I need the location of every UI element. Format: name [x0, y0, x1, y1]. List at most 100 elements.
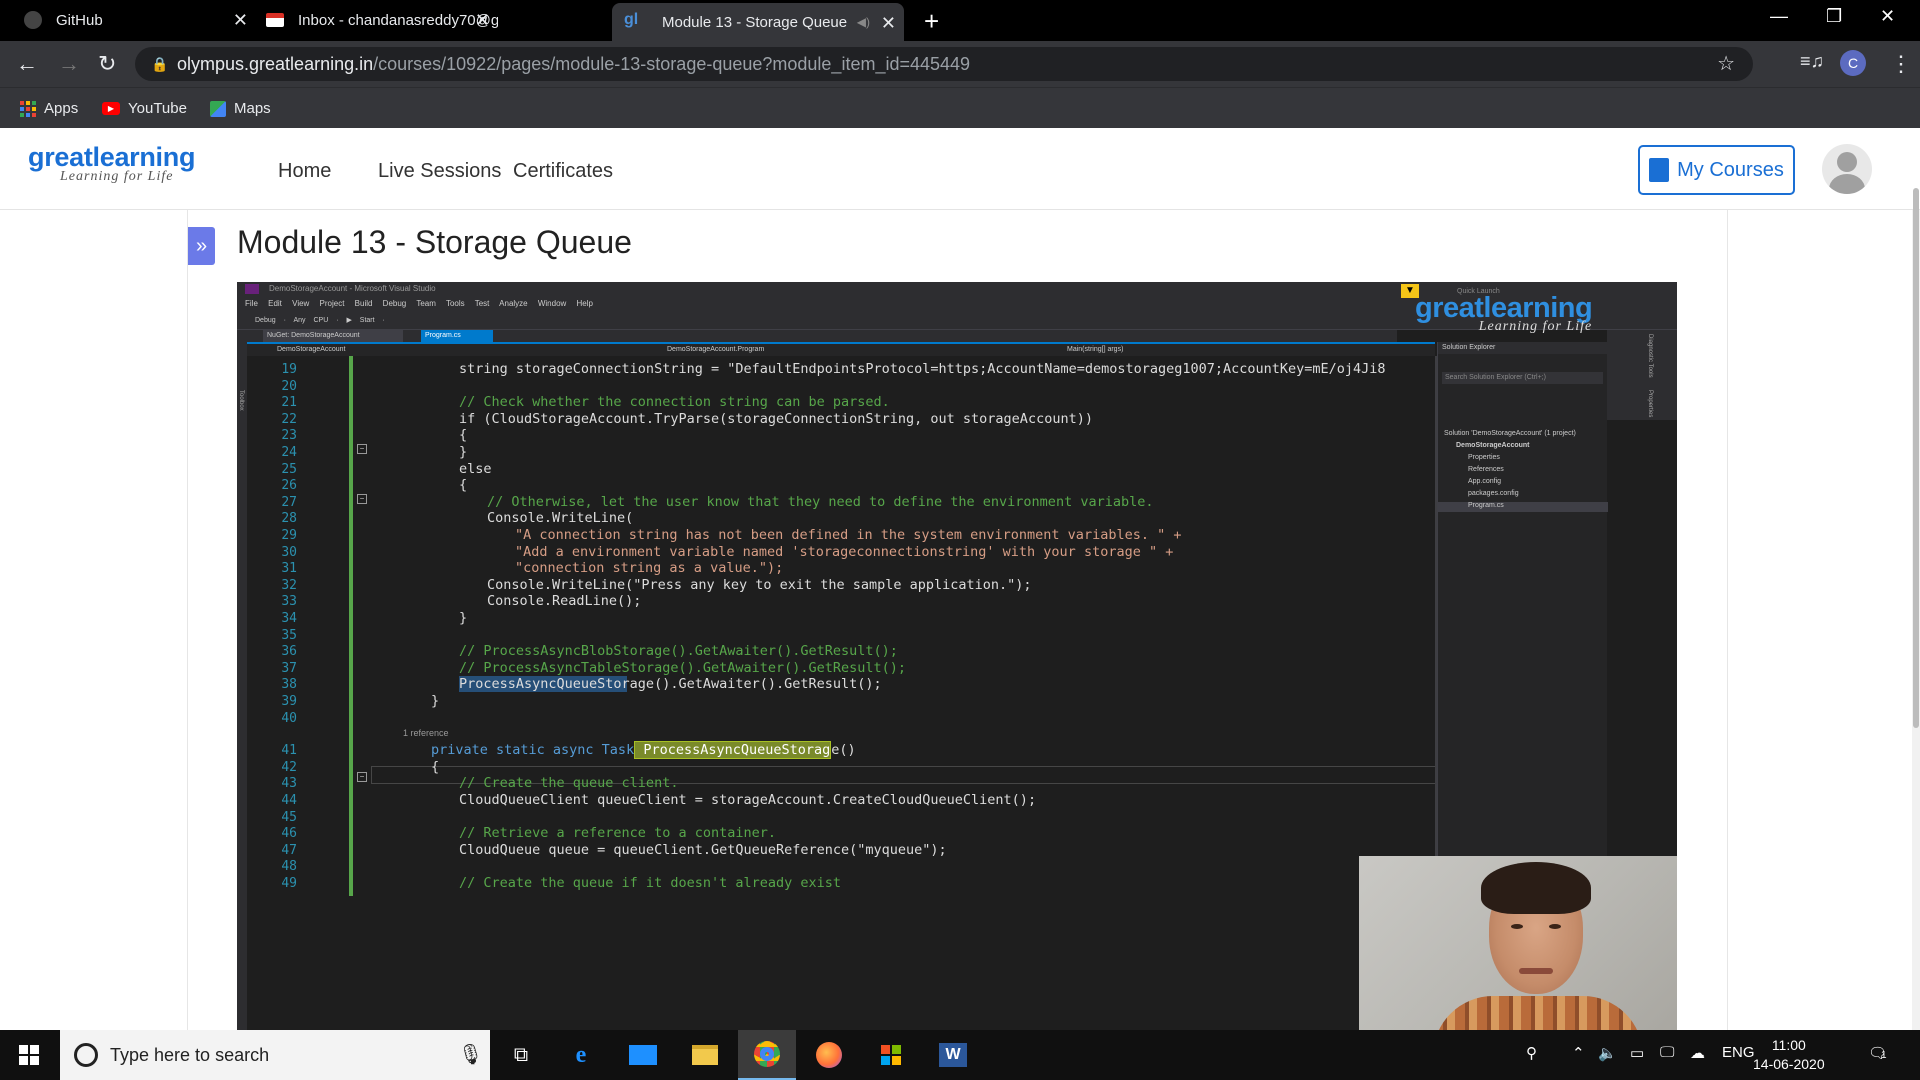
- tab-title: Inbox - chandanasreddy70@gma: [298, 12, 498, 29]
- nav-live-sessions[interactable]: Live Sessions: [378, 160, 501, 183]
- language-indicator[interactable]: ENG: [1722, 1044, 1755, 1061]
- line-number: 48: [281, 859, 297, 875]
- close-icon[interactable]: ✕: [233, 10, 248, 31]
- line-number: 29: [281, 528, 297, 543]
- firefox-icon[interactable]: [800, 1030, 858, 1080]
- new-tab-button[interactable]: +: [924, 6, 939, 37]
- bookmark-youtube[interactable]: ▶ YouTube: [102, 100, 187, 117]
- tab-module-13[interactable]: gl Module 13 - Storage Queue ◀) ✕: [612, 3, 904, 41]
- line-number: 21: [281, 395, 297, 411]
- microphone-icon[interactable]: 🎙: [458, 1030, 483, 1080]
- word-icon[interactable]: W: [924, 1030, 982, 1080]
- people-icon[interactable]: ⚲: [1526, 1044, 1537, 1062]
- chevron-up-icon[interactable]: ⌃: [1572, 1044, 1585, 1062]
- greatlearning-favicon: gl: [624, 11, 639, 28]
- divider: [1727, 210, 1728, 1030]
- line-number: 43: [281, 776, 297, 792]
- search-placeholder: Type here to search: [110, 1045, 270, 1065]
- close-window-button[interactable]: ✕: [1880, 6, 1895, 27]
- code-line: {: [459, 427, 468, 444]
- code-line: else: [459, 460, 492, 477]
- url-path: /courses/10922/pages/module-13-storage-q…: [373, 54, 971, 74]
- notification-icon[interactable]: 🗨1: [1868, 1044, 1887, 1062]
- expand-sidebar-button[interactable]: »: [188, 227, 215, 265]
- line-number: 42: [281, 759, 297, 775]
- page-title: Module 13 - Storage Queue: [237, 224, 632, 260]
- restore-button[interactable]: ❐: [1826, 6, 1842, 27]
- line-number: 49: [281, 876, 297, 891]
- code-line: CloudQueueClient queueClient = storageAc…: [459, 792, 1037, 808]
- line-number: 28: [281, 511, 297, 527]
- code-line: if (CloudStorageAccount.TryParse(storage…: [459, 410, 1093, 427]
- maps-icon: [210, 100, 226, 117]
- reference-codelens[interactable]: 1 reference: [403, 728, 449, 738]
- edge-icon[interactable]: e: [552, 1030, 610, 1080]
- sol-item: Program.cs: [1468, 502, 1504, 509]
- fold-marker: −: [357, 444, 367, 454]
- back-button[interactable]: ←: [16, 51, 38, 77]
- code-line: // Create the queue if it doesn't alread…: [459, 875, 842, 891]
- bookmark-apps[interactable]: Apps: [20, 100, 78, 117]
- network-icon[interactable]: 🖵: [1660, 1044, 1674, 1061]
- line-number: 30: [281, 544, 297, 560]
- star-icon[interactable]: ☆: [1717, 47, 1735, 81]
- forward-button[interactable]: →: [58, 51, 80, 77]
- tab-inbox[interactable]: Inbox - chandanasreddy70@gma ✕: [258, 0, 498, 41]
- line-number: 45: [281, 809, 297, 825]
- address-bar[interactable]: 🔒 olympus.greatlearning.in/courses/10922…: [135, 47, 1753, 81]
- greatlearning-logo[interactable]: greatlearning Learning for Life: [28, 142, 195, 185]
- page-scrollbar-thumb[interactable]: [1913, 188, 1919, 728]
- mail-icon[interactable]: [614, 1030, 672, 1080]
- nav-certificates[interactable]: Certificates: [513, 160, 613, 183]
- line-number: 19: [281, 362, 297, 377]
- vs-tab-nuget: NuGet: DemoStorageAccount: [263, 330, 403, 342]
- github-icon: [24, 11, 42, 29]
- taskbar-search[interactable]: Type here to search 🎙: [60, 1030, 490, 1080]
- menu-icon[interactable]: ⋮: [1890, 51, 1912, 77]
- profile-avatar[interactable]: C: [1840, 50, 1866, 76]
- clock-date: 14-06-2020: [1753, 1056, 1825, 1072]
- apps-grid-icon: [20, 100, 36, 117]
- code-line: "Add a environment variable named 'stora…: [515, 543, 1174, 560]
- close-icon[interactable]: ✕: [881, 13, 896, 34]
- vs-toolbox-strip: Toolbox: [237, 330, 247, 1042]
- speaker-icon[interactable]: 🔈: [1598, 1044, 1617, 1062]
- speaker-icon[interactable]: ◀): [857, 15, 870, 29]
- gmail-icon: [266, 13, 284, 27]
- start-button[interactable]: [0, 1030, 58, 1080]
- tab-title: Module 13 - Storage Queue: [662, 13, 848, 31]
- code-line: Console.WriteLine("Press any key to exit…: [487, 576, 1032, 593]
- code-line: // Retrieve a reference to a container.: [459, 825, 776, 842]
- minimize-button[interactable]: —: [1770, 6, 1788, 27]
- code-line: Console.WriteLine(: [487, 510, 634, 527]
- clock[interactable]: 11:00 14-06-2020: [1753, 1036, 1825, 1074]
- task-view-icon[interactable]: ⧉: [492, 1030, 550, 1080]
- line-number: 40: [281, 710, 297, 726]
- line-number: 26: [281, 478, 297, 494]
- line-number: 35: [281, 627, 297, 643]
- fold-marker: −: [357, 772, 367, 782]
- line-number: 38: [281, 677, 297, 693]
- video-player[interactable]: DemoStorageAccount - Microsoft Visual St…: [237, 282, 1677, 1042]
- file-explorer-icon[interactable]: [676, 1030, 734, 1080]
- line-number: 25: [281, 461, 297, 477]
- reload-button[interactable]: ↻: [98, 51, 116, 77]
- vs-logo-icon: [245, 284, 259, 294]
- cortana-icon: [74, 1043, 98, 1067]
- onedrive-icon[interactable]: ☁: [1690, 1044, 1705, 1062]
- close-icon[interactable]: ✕: [475, 10, 490, 31]
- nav-home[interactable]: Home: [278, 160, 331, 183]
- chrome-icon[interactable]: [738, 1030, 796, 1080]
- vs-doc-tabs: NuGet: DemoStorageAccount Program.cs: [247, 330, 1397, 342]
- media-control-icon[interactable]: ≡♫: [1800, 51, 1824, 72]
- my-courses-button[interactable]: My Courses: [1638, 145, 1795, 195]
- bookmark-maps[interactable]: Maps: [210, 100, 271, 117]
- sol-header: Solution Explorer: [1438, 342, 1607, 354]
- tab-title: GitHub: [56, 12, 103, 29]
- user-avatar[interactable]: [1822, 144, 1872, 194]
- store-icon[interactable]: [862, 1030, 920, 1080]
- battery-icon[interactable]: ▭: [1630, 1044, 1644, 1062]
- tab-github[interactable]: GitHub ✕: [16, 0, 256, 41]
- code-line: {: [459, 477, 468, 494]
- notification-count: 1: [1881, 1050, 1887, 1061]
